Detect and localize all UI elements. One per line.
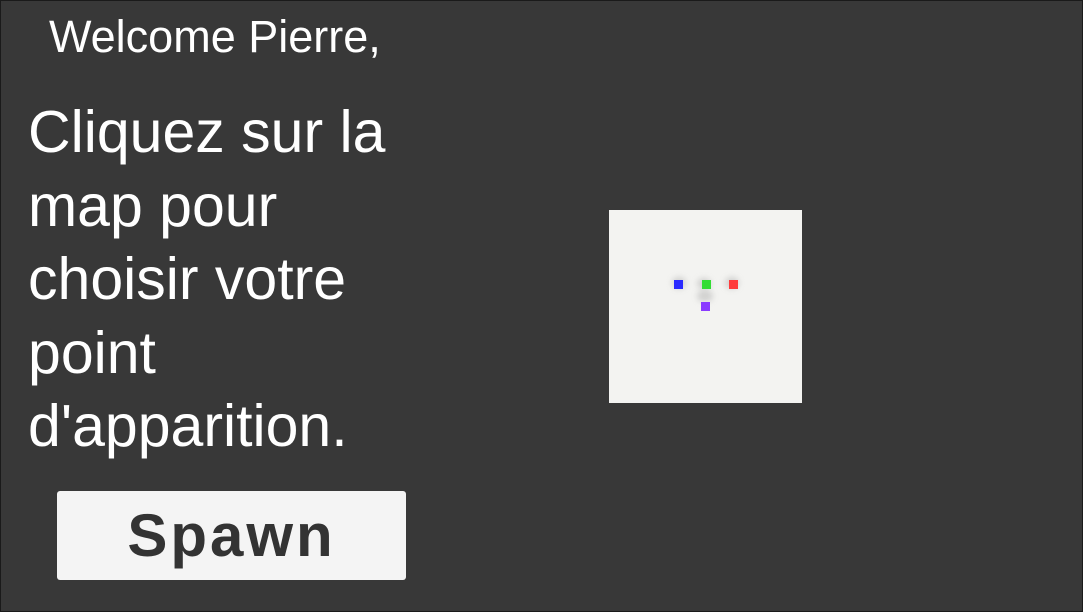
spawn-map[interactable]: [609, 210, 802, 403]
game-screen: Welcome Pierre, Cliquez sur la map pour …: [1, 1, 1082, 611]
spawn-button[interactable]: Spawn: [57, 491, 406, 580]
player-marker-red: [729, 280, 738, 289]
welcome-message: Welcome Pierre,: [49, 11, 381, 62]
player-marker-purple: [701, 302, 710, 311]
player-marker-green: [702, 280, 711, 289]
map-terrain-smudge: [697, 290, 713, 302]
spawn-button-label: Spawn: [127, 502, 336, 569]
spawn-instructions: Cliquez sur la map pour choisir votre po…: [28, 99, 386, 459]
player-marker-blue: [674, 280, 683, 289]
